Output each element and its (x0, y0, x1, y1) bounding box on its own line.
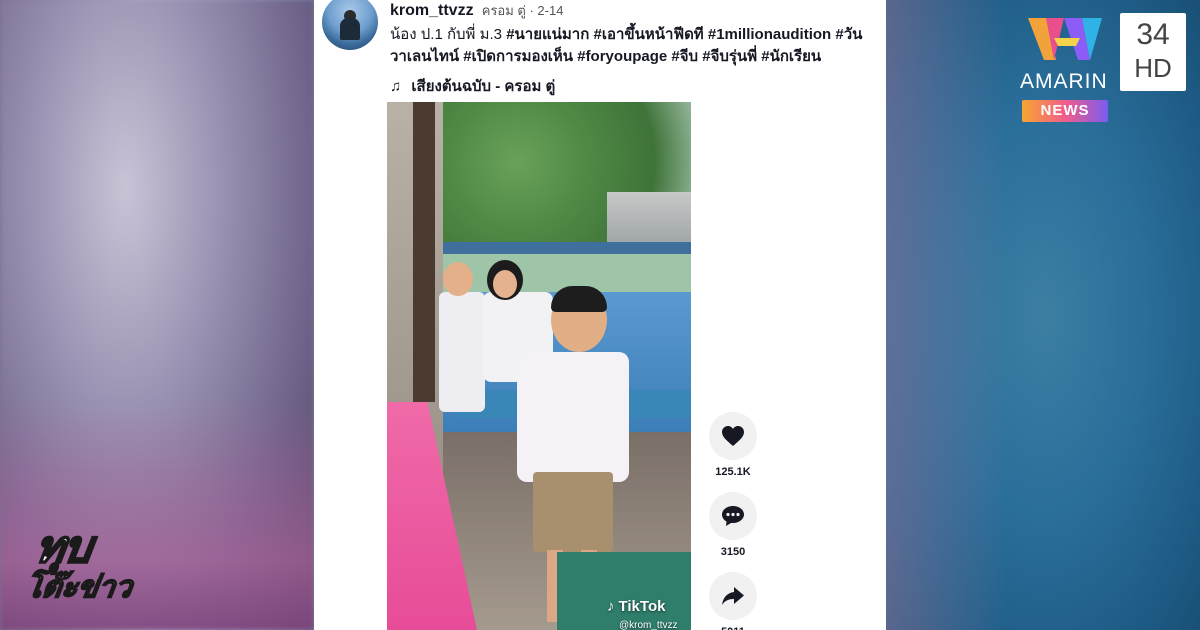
video-player[interactable]: ♪ TikTok @krom_ttvzz (387, 102, 691, 630)
sound-link[interactable]: ♫ เสียงต้นฉบับ - ครอม ตู่ (390, 74, 555, 98)
comment-button[interactable] (709, 492, 757, 540)
heart-icon (722, 426, 744, 446)
like-button[interactable] (709, 412, 757, 460)
video-boy-shorts (533, 472, 613, 552)
action-bar: 125.1K 3150 5011 (708, 412, 758, 630)
channel-logo: AMARIN NEWS 34 HD (1018, 12, 1188, 124)
amarin-mark-icon (1028, 18, 1102, 60)
post-caption: น้อง ป.1 กับพี่ ม.3 #นายแน่มาก #เอาขึ้นห… (390, 24, 880, 68)
tiktok-watermark-text: TikTok (618, 598, 666, 615)
caption-text: น้อง ป.1 กับพี่ ม.3 (390, 26, 503, 43)
share-count: 5011 (708, 626, 758, 630)
share-button[interactable] (709, 572, 757, 620)
channel-number-box: 34 HD (1120, 13, 1186, 91)
sound-title: เสียงต้นฉบับ - ครอม ตู่ (411, 78, 556, 95)
tiktok-logo-icon: ♪ (607, 598, 615, 615)
video-scene-post (413, 102, 435, 402)
video-scene-rail (443, 242, 691, 254)
comment-action: 3150 (708, 492, 758, 572)
video-scene-crate (557, 552, 691, 630)
like-count: 125.1K (715, 466, 751, 478)
channel-number: 34 (1136, 18, 1170, 51)
tiktok-post-card: krom_ttvzz ครอม ตู่ · 2-14 น้อง ป.1 กับพ… (314, 0, 886, 630)
music-note-icon: ♫ (390, 78, 402, 95)
channel-news-badge: NEWS (1022, 100, 1108, 122)
show-logo-line2: โต๊ะข่าว (23, 569, 135, 606)
like-action: 125.1K (708, 412, 758, 492)
channel-hd: HD (1134, 53, 1172, 83)
share-arrow-icon (722, 587, 744, 605)
avatar-figure-body (340, 18, 360, 40)
video-boy-hair (551, 286, 607, 312)
channel-name: AMARIN (1020, 70, 1108, 93)
video-boy-shirt (517, 352, 629, 482)
tiktok-watermark: ♪ TikTok (607, 598, 665, 615)
show-logo: ทุบ โต๊ะข่าว (23, 512, 136, 612)
video-girl-face (493, 270, 517, 298)
comment-icon (722, 506, 744, 526)
video-child-left-body (439, 292, 485, 412)
watermark-username: @krom_ttvzz (619, 620, 678, 630)
comment-count: 3150 (720, 546, 746, 558)
display-name-date: ครอม ตู่ · 2-14 (481, 3, 564, 18)
post-header: krom_ttvzz ครอม ตู่ · 2-14 (390, 0, 563, 21)
share-action: 5011 (708, 572, 758, 630)
video-child-left-head (443, 262, 473, 296)
username-link[interactable]: krom_ttvzz (390, 2, 474, 19)
avatar[interactable] (322, 0, 378, 50)
